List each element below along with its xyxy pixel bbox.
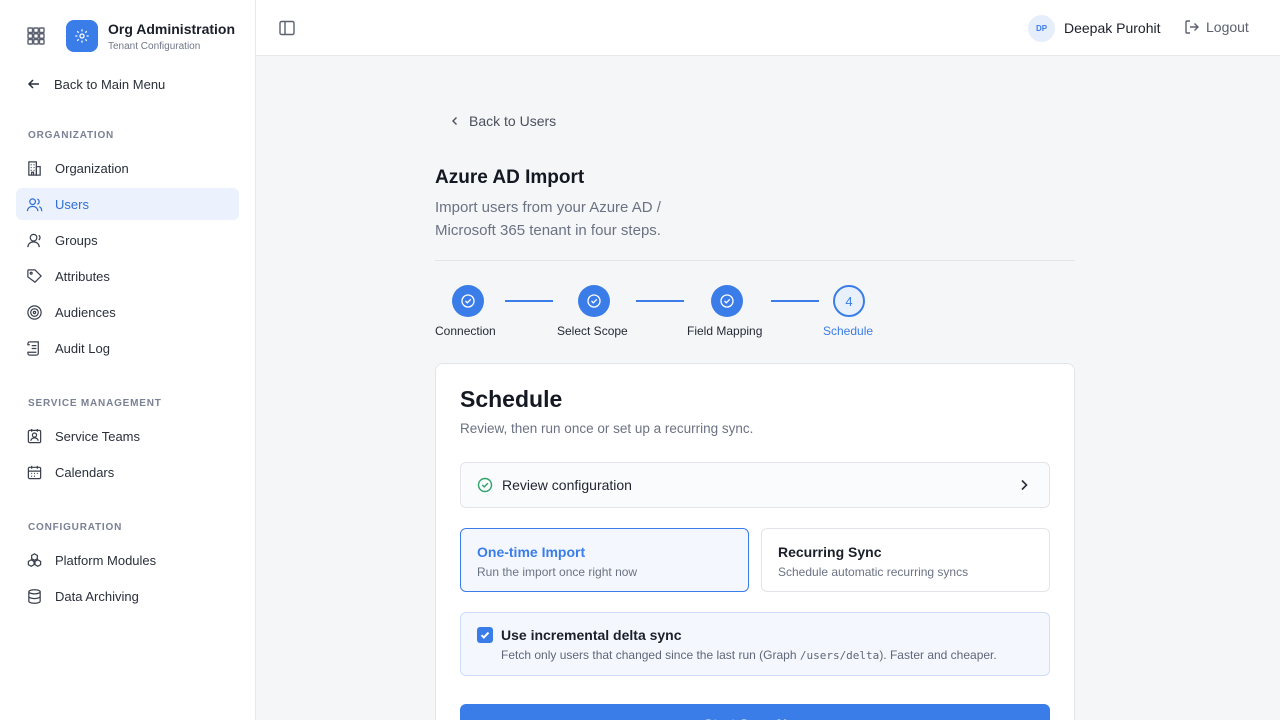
step-4-current[interactable]: 4 (833, 285, 865, 317)
step-connector (771, 300, 819, 302)
sidebar-item-platform-modules[interactable]: Platform Modules (16, 544, 239, 576)
brand-header: Org Administration Tenant Configuration (0, 0, 255, 72)
sidebar-toggle-icon[interactable] (278, 19, 296, 37)
users-icon (26, 197, 43, 211)
back-to-users-link[interactable]: Back to Users (449, 113, 556, 129)
brand-logo (66, 20, 98, 52)
sidebar-item-attributes[interactable]: Attributes (16, 260, 239, 292)
sidebar-item-label: Organization (55, 160, 129, 176)
step-1-complete[interactable] (452, 285, 484, 317)
scroll-icon (27, 340, 39, 356)
option-title: One-time Import (477, 544, 586, 560)
step-label-select-scope: Select Scope (557, 324, 628, 338)
logout-button[interactable]: Logout (1184, 19, 1249, 35)
tag-icon (27, 268, 42, 283)
check-circle-icon (587, 294, 601, 308)
option-title: Recurring Sync (778, 544, 882, 560)
step-2-complete[interactable] (578, 285, 610, 317)
page-title: Azure AD Import (435, 167, 585, 188)
topbar: DP Deepak Purohit Logout (256, 0, 1280, 56)
delta-desc-text-end: ). Faster and cheaper. (879, 648, 997, 662)
delta-desc-code: /users/delta (799, 649, 880, 662)
review-configuration-toggle[interactable]: Review configuration (460, 462, 1050, 508)
logout-label: Logout (1206, 19, 1249, 35)
sidebar-item-label: Attributes (55, 268, 110, 284)
chevron-right-icon (1021, 479, 1028, 491)
card-subtitle: Review, then run once or set up a recurr… (460, 421, 754, 436)
sidebar-item-organization[interactable]: Organization (16, 152, 239, 184)
sidebar-item-label: Service Teams (55, 428, 141, 444)
sidebar-item-audiences[interactable]: Audiences (16, 296, 239, 328)
step-3-complete[interactable] (711, 285, 743, 317)
calendar-icon (27, 465, 42, 479)
sidebar-item-groups[interactable]: Groups (16, 224, 239, 256)
check-circle-icon (477, 477, 493, 493)
sidebar-item-label: Calendars (55, 464, 115, 480)
start-sync-button[interactable]: Start Sync Now (460, 704, 1050, 720)
section-label-configuration: CONFIGURATION (28, 522, 123, 533)
delta-desc-text: Fetch only users that changed since the … (501, 648, 800, 662)
app-subtitle: Tenant Configuration (108, 41, 201, 52)
page-subtitle: Import users from your Azure AD / Micros… (435, 199, 661, 239)
sidebar-item-calendars[interactable]: Calendars (16, 456, 239, 488)
sidebar-item-audit-log[interactable]: Audit Log (16, 332, 239, 364)
chevron-left-icon (452, 117, 457, 125)
section-label-organization: ORGANIZATION (28, 130, 115, 141)
checkmark-icon (480, 631, 490, 639)
one-time-import-option[interactable]: One-time Import Run the import once righ… (460, 528, 749, 592)
avatar[interactable]: DP (1028, 15, 1055, 42)
back-to-users-label: Back to Users (469, 113, 557, 129)
check-circle-icon (720, 294, 734, 308)
sidebar-item-label: Platform Modules (55, 552, 157, 568)
sidebar-item-label: Users (55, 196, 89, 212)
contact-card-icon (27, 428, 42, 443)
sidebar-item-label: Groups (55, 232, 98, 248)
app-grid-icon[interactable] (26, 26, 46, 46)
delta-sync-panel: Use incremental delta sync Fetch only us… (460, 612, 1050, 676)
user-name: Deepak Purohit (1064, 20, 1161, 36)
step-connector (505, 300, 553, 302)
app-title: Org Administration (108, 21, 236, 37)
schedule-card: Schedule Review, then run once or set up… (435, 363, 1075, 720)
review-configuration-label: Review configuration (502, 477, 632, 493)
sidebar-item-label: Data Archiving (55, 588, 139, 604)
group-icon (27, 233, 41, 247)
modules-icon (27, 552, 42, 567)
sidebar-item-users[interactable]: Users (16, 188, 239, 220)
database-icon (28, 588, 41, 604)
sidebar-item-label: Audiences (55, 304, 116, 320)
step-label-schedule: Schedule (823, 324, 874, 338)
divider (435, 260, 1075, 261)
delta-sync-title: Use incremental delta sync (501, 627, 682, 643)
delta-sync-description: Fetch only users that changed since the … (501, 648, 997, 662)
back-to-main-menu-label: Back to Main Menu (54, 76, 166, 92)
sidebar: Org Administration Tenant Configuration … (0, 0, 256, 720)
card-title: Schedule (460, 386, 563, 412)
sidebar-item-label: Audit Log (55, 340, 110, 356)
check-circle-icon (461, 294, 475, 308)
option-subtitle: Run the import once right now (477, 565, 638, 579)
recurring-sync-option[interactable]: Recurring Sync Schedule automatic recurr… (761, 528, 1050, 592)
step-label-connection: Connection (435, 324, 496, 338)
option-subtitle: Schedule automatic recurring syncs (778, 565, 969, 579)
delta-sync-checkbox[interactable] (477, 627, 493, 643)
section-label-service-management: SERVICE MANAGEMENT (28, 398, 162, 409)
gear-icon (75, 29, 89, 43)
logout-icon (1185, 20, 1199, 34)
step-connector (636, 300, 684, 302)
sidebar-item-data-archiving[interactable]: Data Archiving (16, 580, 239, 612)
target-icon (27, 304, 42, 320)
step-label-field-mapping: Field Mapping (687, 324, 763, 338)
back-to-main-menu-link[interactable]: Back to Main Menu (26, 74, 165, 94)
arrow-left-icon (27, 79, 39, 89)
building-icon (28, 160, 41, 176)
sidebar-item-service-teams[interactable]: Service Teams (16, 420, 239, 452)
